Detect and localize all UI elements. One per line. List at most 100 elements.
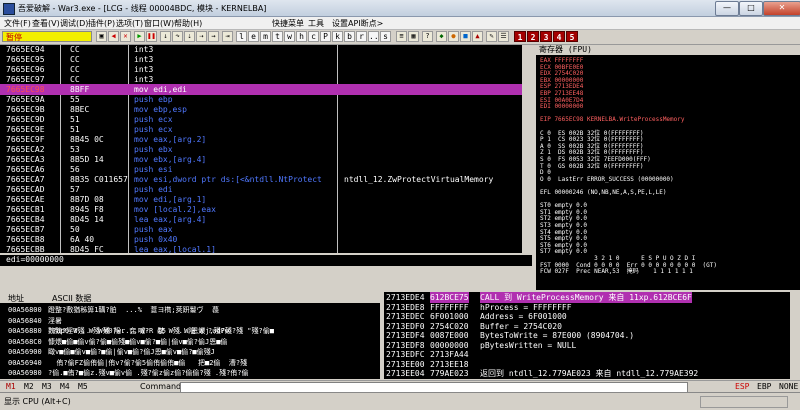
tb-run-trace[interactable]: ... [368,31,383,42]
disassembly-pane[interactable]: 7665EC94 CC int3 7665EC95 CC int3 7665EC96 CC in… [0,45,532,253]
disasm-hex: 8D45 FC [70,245,104,253]
stack-mode-none[interactable]: NONE [779,382,798,391]
toolbar-number-1[interactable]: 1 [514,31,526,42]
open-icon[interactable]: ▣ [96,31,107,42]
menu-view[interactable]: 查看(V) [32,18,60,29]
command-bar: M1 M2 M3 M4 M5 Command: ESP EBP NONE [0,380,800,393]
grid-icon[interactable]: ▦ [408,31,419,42]
execute-till-return-icon[interactable]: → [208,31,219,42]
status-bar: 显示 CPU (Alt+C) [0,392,800,410]
register-line: EIP 7665EC98 KERNELBA.WriteProcessMemory [540,116,685,124]
menu-window[interactable]: 窗口(W) [144,18,174,29]
disasm-row[interactable]: 7665ECBB 8D45 FC lea eax,[local.1] [0,244,522,253]
menu-tools[interactable]: 工具 [308,18,324,29]
dump-pane[interactable]: 00A56800 蹬整?敷猶秭箅1鞲?胉 ...% 薏ヨ檇;莢趼鬘ヴ 薎 00A56… [0,303,380,379]
dump-ascii: 慷煨■偷■偷v偷?偷■偷殘■偷v■偷?■偷|偷v■偷?偷J恩■偷 [48,337,228,346]
restart-icon[interactable]: ◀ [108,31,119,42]
register-line: O 0 LastErr ERROR_SUCCESS (00000000) [540,175,674,183]
trace-into-icon[interactable]: ⇣ [184,31,195,42]
menu-bar: 文件(F) 查看(V) 调试(D) 插件(P) 选项(T) 窗口(W) 帮助(H… [0,17,800,30]
dump-ascii: 瞰v■偷■偷v■偷?■偷|偷v■偷?偷J恩■偷v■偷?■偷殘J [48,348,215,356]
memory-tab-2[interactable]: M2 [24,382,34,391]
registers-title: 寄存器 (FPU) [536,45,800,55]
dump-ascii: 蹬整?敷猶秭箅1鞲?胉 ...% 薏ヨ檇;莢趼鬘ヴ 薎 [48,306,220,314]
menu-shortcut[interactable]: 快捷菜单 [272,18,304,29]
dump-address: 00A56840 [8,316,42,325]
memory-tab-5[interactable]: M5 [78,382,88,391]
toolbar-number-3[interactable]: 3 [540,31,552,42]
dump-row[interactable]: 00A56840 淫暑 魏魏?淫?... W殘 陥r 奃 W-R 駛 W殘 W陥 … [0,316,380,335]
tb-cpu[interactable]: c [308,31,319,42]
dump-address: 00A56900 [8,348,42,356]
pane-splitter[interactable] [0,266,533,290]
tb-call-stack[interactable]: k [332,31,343,42]
menu-options[interactable]: 选项(T) [116,18,143,29]
dump-ascii: 侑?偷FZ偷侑偷|侑v?偷?偷5偷侑偷侑■偷 把■2偷 漕?殘 [48,358,248,367]
maximize-button[interactable]: □ [739,1,763,16]
close-button[interactable]: ✕ [763,1,800,16]
register-line: FCW 027F Prec NEAR,53 掩码 1 1 1 1 1 1 [540,268,693,276]
tb-log-window[interactable]: l [236,31,247,42]
tb-memory-map[interactable]: m [260,31,271,42]
memory-tab-1[interactable]: M1 [6,382,16,391]
toolbar-number-2[interactable]: 2 [527,31,539,42]
registers-pane[interactable]: 寄存器 (FPU) EAX FFFFFFFF ECX 00BFE0E0 EDX 27… [536,45,800,290]
dump-ascii: !?up0 W殘 W殘 W0?w....喊? @5 ...恩煨j,殘F殘?殘 "… [48,327,274,335]
plugin-icon-e[interactable]: ✎ [486,31,497,42]
plugin-icon-b[interactable]: ● [448,31,459,42]
menu-help[interactable]: 帮助(H) [174,18,202,29]
step-over-icon[interactable]: ↷ [172,31,183,42]
register-line: T 0 GS 002B 32位 0(FFFFFFFF) [540,162,644,170]
toolbar-number-4[interactable]: 4 [553,31,565,42]
dump-row[interactable]: 00A56800 蹬整?敷猶秭箅1鞲?胉 ...% 薏ヨ檇;莢趼鬘ヴ 薎 [0,305,380,315]
dump-row[interactable]: 00A56900 瞰v■偷■偷v■偷?■偷|偷v■偷?偷J恩■偷v■偷?■偷殘J [0,347,380,357]
menu-set-api-breakpoint[interactable]: 设置API断点> [332,18,383,29]
disasm-address: 7665ECBB [6,245,45,253]
tb-executable-modules[interactable]: e [248,31,259,42]
help-icon[interactable]: ? [422,31,433,42]
memory-tab-3[interactable]: M3 [42,382,52,391]
tb-breakpoints[interactable]: b [344,31,355,42]
status-text: 显示 CPU (Alt+C) [4,397,71,406]
app-icon [3,3,15,15]
tb-references[interactable]: r [356,31,367,42]
menu-debug[interactable]: 调试(D) [60,18,88,29]
minimize-button[interactable]: — [715,1,739,16]
plugin-icon-f[interactable]: ☰ [498,31,509,42]
goto-icon[interactable]: ⇥ [222,31,233,42]
menu-plugins[interactable]: 插件(P) [88,18,115,29]
tb-threads[interactable]: t [272,31,283,42]
stack-row[interactable]: 2713EE04 779AE023 返回到 ntdll_12.779AE023 来自… [384,368,790,379]
plugin-icon-d[interactable]: ▲ [472,31,483,42]
close-process-icon[interactable]: ✕ [120,31,131,42]
tb-handles[interactable]: h [296,31,307,42]
dump-row[interactable]: 00A56980 ?偷.■侑?■偷z.殘v■偷v偷 .殘?偷z偷z偷?偷偷?殘 .… [0,368,380,378]
stack-pane[interactable]: 2713EDE4 612BCE75 CALL 到 WriteProcessMemor… [384,292,800,379]
dump-row[interactable]: 00A56880 !?up0 W殘 W殘 W0?w....喊? @5 ...恩煨j… [0,326,380,336]
command-label: Command: [140,382,184,391]
dump-row[interactable]: 00A56940 侑?偷FZ偷侑偷|侑v?偷?偷5偷侑偷侑■偷 把■2偷 漕?殘 [0,358,380,368]
plugin-icon-c[interactable]: ■ [460,31,471,42]
disasm-instruction: lea eax,[local.1] [134,245,216,253]
tb-patches[interactable]: P [320,31,331,42]
plugin-icon-a[interactable]: ◆ [436,31,447,42]
stack-scrollbar[interactable] [790,292,800,379]
dump-row[interactable]: 00A568C0 慷煨■偷■偷v偷?偷■偷殘■偷v■偷?■偷|偷v■偷?偷J恩■偷 [0,337,380,347]
list-icon[interactable]: ≡ [396,31,407,42]
toolbar: 暂停 ▣ ◀ ✕ ▶ ❚❚ ↓ ↷ ⇣ ⇢ → ⇥ l e m t w h c … [0,30,800,45]
run-icon[interactable]: ▶ [134,31,145,42]
stack-mode-ebp[interactable]: EBP [757,382,771,391]
dump-address: 00A56800 [8,306,42,314]
menu-file[interactable]: 文件(F) [4,18,31,29]
dump-address: 00A56880 [8,327,42,335]
toolbar-number-5[interactable]: 5 [566,31,578,42]
tb-windows[interactable]: w [284,31,295,42]
debug-status: 暂停 [2,31,92,42]
tb-source[interactable]: s [380,31,391,42]
disassembly-scrollbar[interactable] [522,45,532,253]
stack-mode-esp[interactable]: ESP [735,382,749,391]
trace-over-icon[interactable]: ⇢ [196,31,207,42]
pause-icon[interactable]: ❚❚ [146,31,157,42]
step-into-icon[interactable]: ↓ [160,31,171,42]
memory-tab-4[interactable]: M4 [60,382,70,391]
